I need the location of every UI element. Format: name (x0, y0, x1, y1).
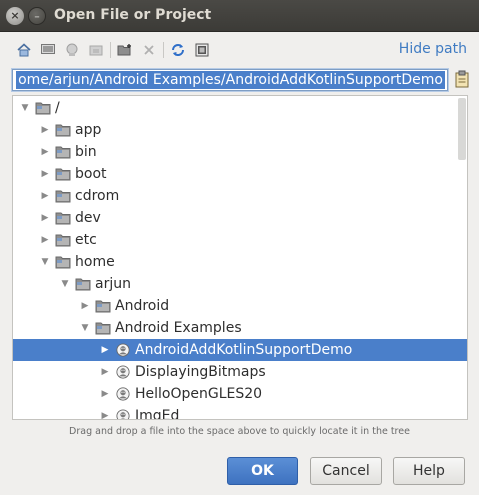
tree-row-label: dev (75, 210, 101, 226)
tree-row[interactable]: ▼ / (13, 97, 457, 119)
tree-row-label: home (75, 254, 115, 270)
tree-row-label: DisplayingBitmaps (135, 364, 266, 380)
desktop-icon[interactable] (38, 40, 58, 60)
help-button[interactable]: Help (393, 457, 465, 485)
tree-scrollbar[interactable] (458, 98, 466, 160)
expanded-arrow-icon[interactable]: ▼ (39, 251, 51, 273)
tree-row[interactable]: ▼ Android Examples (13, 317, 457, 339)
tree-row[interactable]: ▶ HelloOpenGLES20 (13, 383, 457, 405)
collapsed-arrow-icon[interactable]: ▶ (39, 163, 51, 185)
tree-row[interactable]: ▶ dev (13, 207, 457, 229)
tree-row-label: / (55, 100, 60, 116)
toolbar-separator (163, 42, 164, 58)
clipboard-icon[interactable] (455, 70, 469, 88)
collapsed-arrow-icon[interactable]: ▶ (99, 361, 111, 383)
tree-row[interactable]: ▶ bin (13, 141, 457, 163)
tree-row[interactable]: ▼ arjun (13, 273, 457, 295)
module-icon[interactable] (86, 40, 106, 60)
tree-row[interactable]: ▶ AndroidAddKotlinSupportDemo (13, 339, 467, 361)
collapsed-arrow-icon[interactable]: ▶ (99, 405, 111, 419)
tree-row-label: Android (115, 298, 170, 314)
project-icon[interactable] (62, 40, 82, 60)
minimize-icon[interactable]: – (28, 7, 46, 25)
ok-button[interactable]: OK (227, 457, 298, 485)
collapsed-arrow-icon[interactable]: ▶ (39, 185, 51, 207)
tree-row-label: Android Examples (115, 320, 242, 336)
tree-row-label: bin (75, 144, 97, 160)
collapsed-arrow-icon[interactable]: ▶ (39, 141, 51, 163)
tree-row-label: etc (75, 232, 97, 248)
delete-icon[interactable] (139, 40, 159, 60)
tree-row[interactable]: ▶ boot (13, 163, 457, 185)
tree-row-label: ImgEd (135, 408, 180, 420)
tree-row[interactable]: ▶ etc (13, 229, 457, 251)
tree-row[interactable]: ▶ DisplayingBitmaps (13, 361, 457, 383)
collapsed-arrow-icon[interactable]: ▶ (39, 229, 51, 251)
expanded-arrow-icon[interactable]: ▼ (59, 273, 71, 295)
close-icon[interactable]: × (6, 7, 24, 25)
tree-row[interactable]: ▼ home (13, 251, 457, 273)
tree-row-label: boot (75, 166, 107, 182)
collapsed-arrow-icon[interactable]: ▶ (99, 339, 111, 361)
tree-row-label: cdrom (75, 188, 120, 204)
toolbar-separator (110, 42, 111, 58)
expanded-arrow-icon[interactable]: ▼ (79, 317, 91, 339)
open-file-dialog: Hide path ome/arjun/Android Examples/And… (0, 32, 479, 495)
tree-row[interactable]: ▶ ImgEd (13, 405, 457, 420)
collapsed-arrow-icon[interactable]: ▶ (39, 207, 51, 229)
show-hidden-icon[interactable] (192, 40, 212, 60)
collapsed-arrow-icon[interactable]: ▶ (39, 119, 51, 141)
tree-row[interactable]: ▶ app (13, 119, 457, 141)
path-input[interactable]: ome/arjun/Android Examples/AndroidAddKot… (12, 69, 448, 91)
home-icon[interactable] (14, 40, 34, 60)
title-bar: × – Open File or Project (0, 0, 479, 32)
file-tree[interactable]: ▼ / ▶ app ▶ bin ▶ boot ▶ cdrom ▶ dev ▶ etc ▼ home ▼ arjun… (12, 95, 468, 420)
tree-row-label: AndroidAddKotlinSupportDemo (135, 342, 353, 358)
path-input-value: ome/arjun/Android Examples/AndroidAddKot… (16, 71, 445, 89)
refresh-icon[interactable] (168, 40, 188, 60)
tree-row[interactable]: ▶ Android (13, 295, 457, 317)
toolbar (14, 40, 216, 60)
drag-drop-hint: Drag and drop a file into the space abov… (69, 426, 410, 437)
tree-row-label: app (75, 122, 102, 138)
tree-row-label: HelloOpenGLES20 (135, 386, 263, 402)
hide-path-link[interactable]: Hide path (399, 41, 467, 57)
collapsed-arrow-icon[interactable]: ▶ (79, 295, 91, 317)
window-title: Open File or Project (54, 7, 212, 23)
new-folder-icon[interactable] (115, 40, 135, 60)
cancel-button[interactable]: Cancel (310, 457, 382, 485)
tree-row[interactable]: ▶ cdrom (13, 185, 457, 207)
expanded-arrow-icon[interactable]: ▼ (19, 97, 31, 119)
collapsed-arrow-icon[interactable]: ▶ (99, 383, 111, 405)
tree-row-label: arjun (95, 276, 131, 292)
